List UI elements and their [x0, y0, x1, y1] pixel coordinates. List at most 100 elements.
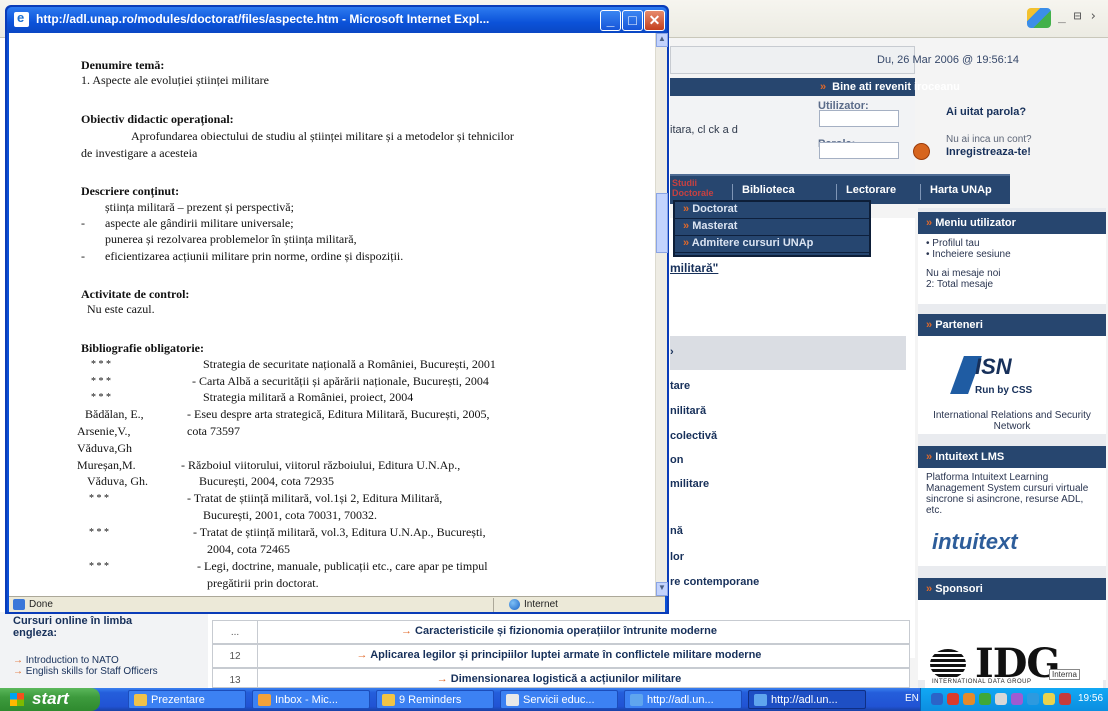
login-intro-text: itara, cl ck a d: [670, 124, 738, 136]
continut-bullet: -: [81, 216, 85, 230]
login-area: itara, cl ck a d Utilizator: Parola:: [670, 96, 915, 174]
biblio-title: Strategia de securitate națională a Româ…: [203, 357, 496, 371]
dropdown-item-admitere[interactable]: Admitere cursuri UNAp: [675, 236, 869, 253]
scroll-thumb[interactable]: [656, 193, 668, 253]
popup-titlebar[interactable]: http://adl.unap.ro/modules/doctorat/file…: [7, 7, 667, 33]
intuitext-header: Intuitext LMS: [918, 446, 1106, 468]
main-link-8[interactable]: re contemporane: [670, 576, 759, 588]
biblio-title: - Tratat de știință militară, vol.1și 2,…: [187, 491, 443, 505]
tray-icon[interactable]: [1059, 693, 1071, 705]
zone-text: Internet: [524, 599, 558, 610]
tray-icon[interactable]: [1027, 693, 1039, 705]
sponsor-header: Sponsori: [918, 578, 1106, 600]
continut-item: punerea și rezolvarea problemelor în ști…: [105, 232, 357, 246]
tray-icon[interactable]: [979, 693, 991, 705]
main-link-3[interactable]: colectivă: [670, 430, 717, 442]
right-column: Meniu utilizator • Profilul tau • Inchei…: [918, 208, 1106, 711]
user-menu-body: • Profilul tau • Incheiere sesiune Nu ai…: [918, 234, 1106, 304]
row-number: 12: [213, 645, 258, 667]
biblio-author: Arsenie,V.,: [77, 424, 131, 438]
login-go-icon[interactable]: [913, 143, 930, 160]
partners-header: Parteneri: [918, 314, 1106, 336]
reminder-bell-icon: [382, 694, 395, 706]
main-link-7[interactable]: lor: [670, 551, 684, 563]
continut-item: aspecte ale gândirii militare universale…: [105, 216, 294, 230]
close-button[interactable]: ✕: [644, 10, 665, 31]
taskbar-item[interactable]: Servicii educ...: [500, 690, 618, 709]
register-link[interactable]: Inregistreaza-te!: [946, 146, 1031, 158]
row-link[interactable]: Caracteristicile și fizionomia operațiil…: [259, 625, 859, 637]
status-bar: Done Internet: [9, 596, 665, 612]
intuitext-logo[interactable]: intuitext: [932, 529, 1018, 555]
tray-icon[interactable]: [1011, 693, 1023, 705]
table-row[interactable]: ... Caracteristicile și fizionomia opera…: [212, 620, 910, 644]
user-menu-item-profile[interactable]: • Profilul tau: [926, 238, 1098, 249]
password-input[interactable]: [819, 142, 899, 159]
main-link-4[interactable]: on: [670, 454, 683, 466]
biblio-title: pregătirii prin doctorat.: [207, 576, 319, 590]
biblio-title: Strategia militară a României, proiect, …: [203, 390, 414, 404]
biblio-title: - Războiul viitorului, viitorul războiul…: [181, 458, 461, 472]
maximize-button[interactable]: □: [622, 10, 643, 31]
vertical-scrollbar[interactable]: ▲ ▼: [655, 33, 668, 596]
main-link-2[interactable]: nilitară: [670, 405, 706, 417]
row-link[interactable]: Aplicarea legilor și principiilor luptei…: [259, 649, 859, 661]
clock[interactable]: 19:56: [1078, 693, 1103, 704]
tooltip: Interna: [1049, 669, 1080, 680]
minimize-button[interactable]: _: [600, 10, 621, 31]
heading-bibliografie: Bibliografie obligatorie:: [81, 341, 204, 355]
taskbar-item[interactable]: http://adl.un...: [624, 690, 742, 709]
biblio-author: Mureșan,M.: [77, 458, 136, 472]
folder-icon: [134, 694, 147, 706]
nav-item-harta[interactable]: Harta UNAp: [920, 184, 992, 200]
biblio-title: - Tratat de știință militară, vol.3, Edi…: [193, 525, 486, 539]
document-content: Denumire temă: 1. Aspecte ale evoluției …: [9, 33, 655, 596]
nav-item-biblioteca[interactable]: Biblioteca: [732, 184, 795, 200]
heading-continut: Descriere conținut:: [81, 184, 180, 198]
main-link-5[interactable]: militare: [670, 478, 709, 490]
tray-icon[interactable]: [931, 693, 943, 705]
row-link[interactable]: Dimensionarea logistică a acțiunilor mil…: [259, 673, 859, 685]
taskbar-item[interactable]: 9 Reminders: [376, 690, 494, 709]
taskbar-item[interactable]: http://adl.un...: [748, 690, 866, 709]
main-link-1[interactable]: tare: [670, 380, 690, 392]
main-content: militară" › tare nilitară colectivă on m…: [670, 218, 915, 658]
username-input[interactable]: [819, 110, 899, 127]
scroll-up-arrow-icon[interactable]: ▲: [656, 33, 668, 47]
language-indicator[interactable]: EN: [905, 693, 919, 704]
tray-icon[interactable]: [963, 693, 975, 705]
heading-obiectiv: Obiectiv didactic operațional:: [81, 112, 234, 126]
tray-icon[interactable]: [947, 693, 959, 705]
ie-icon: [14, 10, 29, 27]
main-link-6[interactable]: nă: [670, 525, 683, 537]
forgot-password-link[interactable]: Ai uitat parola?: [946, 106, 1026, 118]
table-row[interactable]: 12 Aplicarea legilor și principiilor lup…: [212, 644, 910, 668]
biblio-title: - Eseu despre arta strategică, Editura M…: [187, 407, 490, 421]
taskbar-item[interactable]: Prezentare: [128, 690, 246, 709]
tray-icon[interactable]: [995, 693, 1007, 705]
biblio-author: * * *: [91, 359, 111, 370]
start-button[interactable]: start: [0, 688, 100, 711]
nav-red-label[interactable]: Studii Doctorale: [672, 178, 714, 198]
biblio-author: * * *: [89, 527, 109, 538]
biblio-author: * * *: [89, 561, 109, 572]
windows-flag-icon: [10, 693, 24, 706]
course-link-nato[interactable]: Introduction to NATO: [13, 656, 119, 666]
status-text: Done: [29, 599, 53, 610]
taskbar-item[interactable]: Inbox - Mic...: [252, 690, 370, 709]
popup-title: http://adl.unap.ro/modules/doctorat/file…: [36, 12, 490, 26]
window-controls[interactable]: _ ⊟ ›: [1058, 9, 1097, 24]
biblio-title: - Carta Albă a securității și apărării n…: [192, 374, 489, 388]
nav-item-lectorare[interactable]: Lectorare: [836, 184, 896, 200]
user-menu-item-logout[interactable]: • Incheiere sesiune: [926, 249, 1098, 260]
outlook-icon: [258, 694, 271, 706]
dropdown-item-doctorat[interactable]: Doctorat: [675, 202, 869, 219]
biblio-author: Bădălan, E.,: [85, 407, 144, 421]
heading-control: Activitate de control:: [81, 287, 190, 301]
course-link-english[interactable]: English skills for Staff Officers: [13, 667, 163, 677]
tray-icon[interactable]: [1043, 693, 1055, 705]
table-row[interactable]: 13 Dimensionarea logistică a acțiunilor …: [212, 668, 910, 691]
scroll-down-arrow-icon[interactable]: ▼: [656, 582, 668, 596]
dropdown-item-masterat[interactable]: Masterat: [675, 219, 869, 236]
heading-link[interactable]: militară": [670, 261, 718, 275]
